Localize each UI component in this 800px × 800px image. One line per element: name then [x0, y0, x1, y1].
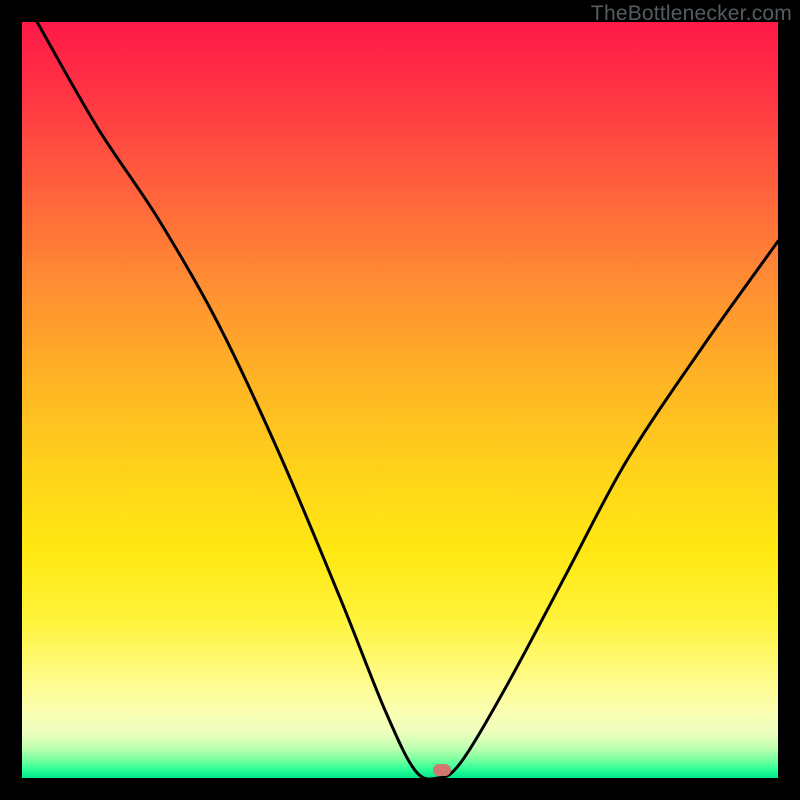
chart-frame — [22, 22, 778, 778]
chart-curve — [22, 22, 778, 778]
watermark-text: TheBottlenecker.com — [591, 2, 792, 26]
optimal-point-marker — [433, 764, 451, 776]
